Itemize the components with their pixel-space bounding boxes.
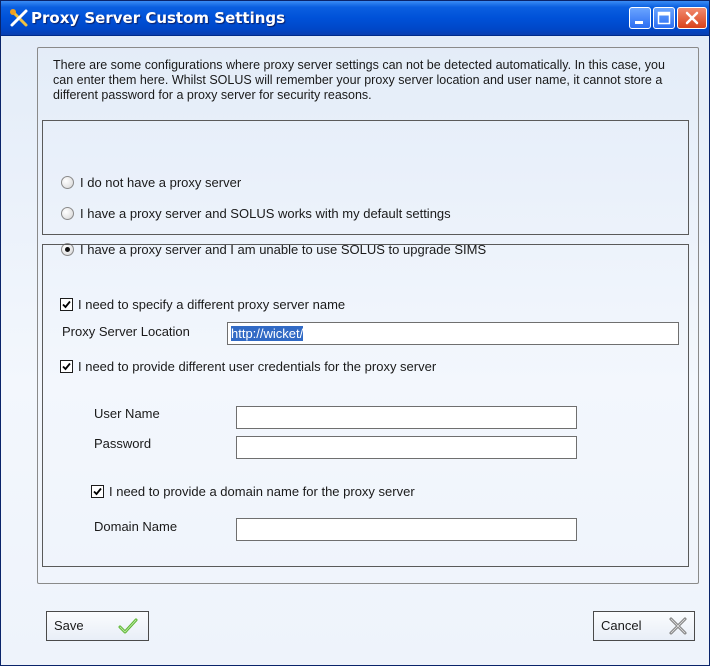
close-button[interactable] — [677, 7, 707, 29]
radio-label: I do not have a proxy server — [80, 175, 242, 190]
maximize-button[interactable] — [653, 7, 675, 29]
proxy-settings-window: Proxy Server Custom Settings There are s… — [0, 0, 710, 666]
minimize-icon — [635, 21, 643, 24]
checkmark-icon — [62, 362, 71, 371]
proxy-location-value: http://wicket/ — [231, 326, 304, 341]
window-title: Proxy Server Custom Settings — [31, 9, 286, 27]
checkmark-icon — [93, 487, 102, 496]
specify-name-checkbox-row[interactable]: I need to specify a different proxy serv… — [60, 297, 345, 312]
cancel-button[interactable]: Cancel — [593, 611, 695, 641]
tools-icon — [9, 8, 29, 28]
password-input[interactable] — [236, 436, 577, 459]
x-tool-icon — [669, 617, 687, 635]
checkmark-icon — [118, 618, 138, 634]
minimize-button[interactable] — [629, 7, 651, 29]
domain-checkbox-row[interactable]: I need to provide a domain name for the … — [91, 484, 415, 499]
save-button[interactable]: Save — [46, 611, 149, 641]
radio-label: I have a proxy server and SOLUS works wi… — [80, 206, 451, 221]
credentials-checkbox[interactable] — [60, 360, 73, 373]
credentials-checkbox-row[interactable]: I need to provide different user credent… — [60, 359, 436, 374]
specify-name-label: I need to specify a different proxy serv… — [78, 297, 346, 312]
save-button-label: Save — [54, 618, 84, 633]
domain-checkbox[interactable] — [91, 485, 104, 498]
proxy-location-label: Proxy Server Location — [62, 324, 190, 339]
radio-button[interactable] — [61, 176, 74, 189]
radio-button[interactable] — [61, 207, 74, 220]
specify-name-checkbox[interactable] — [60, 298, 73, 311]
password-label: Password — [94, 436, 152, 451]
domain-check-label: I need to provide a domain name for the … — [109, 484, 415, 499]
username-label: User Name — [94, 406, 160, 421]
proxy-location-input[interactable]: http://wicket/ — [227, 322, 679, 345]
cancel-button-label: Cancel — [601, 618, 642, 633]
domain-name-input[interactable] — [236, 518, 577, 541]
radio-no-proxy[interactable]: I do not have a proxy server — [61, 175, 241, 190]
domain-name-label: Domain Name — [94, 519, 178, 534]
username-input[interactable] — [236, 406, 577, 429]
credentials-label: I need to provide different user credent… — [78, 359, 437, 374]
maximize-icon — [657, 11, 671, 25]
close-icon — [685, 11, 699, 25]
title-bar[interactable]: Proxy Server Custom Settings — [1, 1, 709, 36]
checkmark-icon — [62, 300, 71, 309]
radio-default-settings[interactable]: I have a proxy server and SOLUS works wi… — [61, 206, 451, 221]
intro-text: There are some configurations where prox… — [53, 58, 665, 102]
